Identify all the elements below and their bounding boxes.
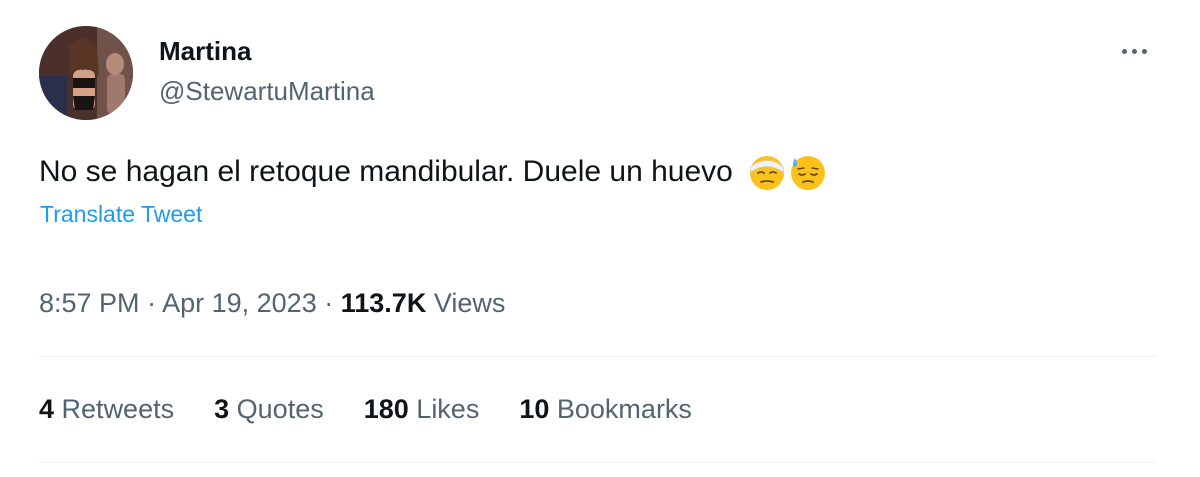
tweet-meta: 8:57 PM · Apr 19, 2023 · 113.7K Views [39, 288, 505, 319]
likes-label: Likes [416, 394, 480, 424]
display-name[interactable]: Martina [159, 36, 251, 67]
avatar-image [39, 26, 133, 120]
divider [39, 462, 1156, 463]
quotes-label: Quotes [236, 394, 324, 424]
bookmarks-stat[interactable]: 10 Bookmarks [519, 394, 692, 425]
divider [39, 356, 1156, 357]
avatar[interactable] [39, 26, 133, 120]
tweet-text-body: No se hagan el retoque mandibular. Duele… [39, 155, 733, 188]
bookmarks-count: 10 [519, 394, 550, 424]
user-handle[interactable]: @StewartuMartina [159, 76, 375, 107]
likes-stat[interactable]: 180 Likes [364, 394, 480, 425]
bookmarks-label: Bookmarks [556, 394, 692, 424]
more-options-icon[interactable] [1112, 36, 1158, 66]
views-label: Views [433, 288, 506, 318]
meta-separator: · [147, 288, 157, 318]
retweets-label: Retweets [61, 394, 175, 424]
tweet-time[interactable]: 8:57 PM [39, 288, 140, 318]
quotes-stat[interactable]: 3 Quotes [214, 394, 324, 425]
tweet-card: Martina @StewartuMartina No se hagan el … [0, 0, 1200, 477]
tweet-date[interactable]: Apr 19, 2023 [162, 288, 317, 318]
quotes-count: 3 [214, 394, 230, 424]
tweet-text: No se hagan el retoque mandibular. Duele… [39, 152, 827, 192]
views-count: 113.7K [340, 288, 427, 318]
face-with-head-bandage-emoji [749, 156, 784, 190]
engagement-stats: 4 Retweets 3 Quotes 180 Likes 10 Bookmar… [39, 394, 732, 425]
downcast-face-with-sweat-emoji [790, 156, 825, 190]
likes-count: 180 [363, 394, 409, 424]
meta-separator: · [324, 288, 334, 318]
translate-tweet-link[interactable]: Translate Tweet [40, 201, 202, 228]
retweets-count: 4 [39, 394, 55, 424]
retweets-stat[interactable]: 4 Retweets [39, 394, 174, 425]
